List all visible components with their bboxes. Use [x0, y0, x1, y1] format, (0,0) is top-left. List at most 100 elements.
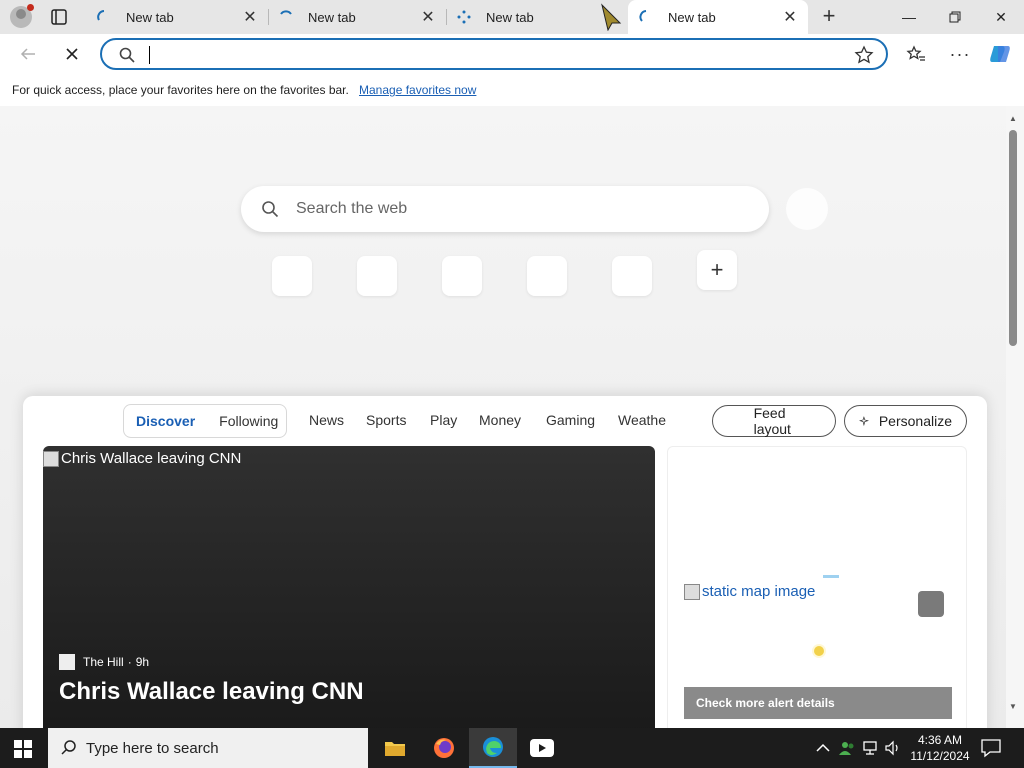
- taskbar: Type here to search 4:36 AM 11/12/2024: [0, 728, 1024, 768]
- tab-following[interactable]: Following: [207, 413, 290, 429]
- people-icon: [839, 742, 854, 755]
- copilot-icon: [990, 46, 1010, 62]
- clock-time: 4:36 AM: [917, 733, 963, 747]
- minimize-button[interactable]: —: [886, 0, 932, 34]
- firefox-icon: [434, 738, 454, 758]
- scroll-up-arrow-icon[interactable]: ▲: [1009, 114, 1017, 123]
- chevron-up-icon: [816, 743, 830, 752]
- tab-sports[interactable]: Sports: [366, 412, 406, 428]
- page-scrollbar[interactable]: ▲ ▼: [1006, 106, 1024, 728]
- copilot-button[interactable]: [988, 42, 1012, 66]
- tab-title: New tab: [486, 9, 534, 25]
- action-center-icon[interactable]: [980, 738, 1002, 758]
- windows-start-icon[interactable]: [14, 740, 32, 758]
- close-window-button[interactable]: ✕: [978, 0, 1024, 34]
- mouse-cursor-icon: [601, 3, 622, 31]
- close-tab-icon[interactable]: ✕: [780, 7, 800, 27]
- tab-money[interactable]: Money: [479, 412, 521, 428]
- taskbar-media-player[interactable]: [518, 728, 566, 768]
- settings-more-button[interactable]: ···: [948, 42, 972, 66]
- taskbar-edge[interactable]: [469, 728, 517, 768]
- close-tab-icon[interactable]: ✕: [240, 7, 260, 27]
- browser-tab[interactable]: New tab ✕: [86, 0, 268, 34]
- map-image-alt: static map image: [684, 583, 815, 600]
- tray-volume-icon[interactable]: [884, 728, 902, 768]
- tab-actions-icon[interactable]: [50, 8, 68, 26]
- source-name: The Hill: [83, 655, 124, 669]
- browser-toolbar: ···: [0, 34, 1024, 74]
- check-alert-details-button[interactable]: Check more alert details: [684, 687, 952, 719]
- tray-network-icon[interactable]: [862, 728, 880, 768]
- speaker-icon: [885, 740, 898, 756]
- tab-strip: New tab ✕ New tab ✕ New tab New tab ✕ + …: [0, 0, 1024, 34]
- sparkle-icon: [859, 416, 869, 427]
- web-search-box[interactable]: Search the web: [241, 186, 769, 232]
- close-tab-icon[interactable]: ✕: [418, 7, 438, 27]
- quick-link-tile[interactable]: [527, 256, 567, 296]
- address-input[interactable]: [152, 44, 832, 66]
- taskbar-search-box[interactable]: Type here to search: [48, 728, 368, 768]
- tab-weather[interactable]: Weathe: [618, 412, 666, 428]
- map-image-alt-text: static map image: [702, 583, 816, 600]
- browser-tab[interactable]: New tab: [446, 0, 626, 34]
- play-video-icon: [530, 739, 554, 757]
- browser-tab[interactable]: New tab ✕: [268, 0, 446, 34]
- personalize-label: Personalize: [878, 413, 952, 429]
- clock-date: 11/12/2024: [910, 749, 970, 763]
- taskbar-file-explorer[interactable]: [371, 728, 419, 768]
- tab-title: New tab: [668, 9, 716, 25]
- favorites-bar-message: For quick access, place your favorites h…: [12, 83, 349, 97]
- stop-loading-button[interactable]: [60, 42, 84, 66]
- loading-spinner-icon: [280, 10, 292, 15]
- loading-spinner-icon: [97, 10, 105, 21]
- tray-people-icon[interactable]: [838, 728, 856, 768]
- show-hidden-icons[interactable]: [816, 728, 830, 768]
- tab-news[interactable]: News: [309, 412, 344, 428]
- card-indicator: [823, 575, 839, 578]
- taskbar-firefox[interactable]: [420, 728, 468, 768]
- tab-play[interactable]: Play: [430, 412, 457, 428]
- tab-discover[interactable]: Discover: [124, 413, 207, 429]
- back-button[interactable]: [16, 42, 40, 66]
- hero-image-alt: Chris Wallace leaving CNN: [43, 450, 241, 467]
- news-feed: Discover Following News Sports Play Mone…: [23, 396, 987, 728]
- map-control-button[interactable]: [918, 591, 944, 617]
- tab-title: New tab: [308, 9, 356, 25]
- feed-layout-button[interactable]: Feed layout: [712, 405, 836, 437]
- quick-link-tile[interactable]: [442, 256, 482, 296]
- search-icon: [262, 201, 279, 218]
- loading-spinner-icon: [639, 10, 647, 22]
- restore-button[interactable]: [932, 0, 978, 34]
- new-tab-button[interactable]: +: [818, 5, 840, 28]
- add-favorite-star-icon[interactable]: [854, 45, 874, 65]
- back-arrow-icon: [20, 48, 35, 60]
- article-age: 9h: [135, 655, 150, 669]
- hero-article-card[interactable]: Chris Wallace leaving CNN The Hill · 9h …: [43, 446, 655, 728]
- quick-link-tile[interactable]: [357, 256, 397, 296]
- bing-chat-button[interactable]: [786, 188, 828, 230]
- address-bar[interactable]: [100, 38, 888, 70]
- system-clock[interactable]: 4:36 AM 11/12/2024: [904, 732, 976, 764]
- layout-icon: [727, 412, 744, 430]
- broken-image-icon: [684, 583, 700, 600]
- scrollbar-thumb[interactable]: [1009, 130, 1017, 346]
- tab-gaming[interactable]: Gaming: [546, 412, 595, 428]
- web-search-placeholder: Search the web: [296, 200, 408, 217]
- scroll-down-arrow-icon[interactable]: ▼: [1009, 702, 1017, 711]
- manage-favorites-link[interactable]: Manage favorites now: [359, 83, 476, 97]
- restore-icon: [949, 11, 961, 23]
- article-headline[interactable]: Chris Wallace leaving CNN: [59, 678, 364, 706]
- quick-link-tile[interactable]: [272, 256, 312, 296]
- add-quick-link-button[interactable]: +: [697, 250, 737, 290]
- search-icon: [61, 740, 76, 755]
- quick-link-tile[interactable]: [612, 256, 652, 296]
- personalize-button[interactable]: Personalize: [844, 405, 967, 437]
- edge-icon: [483, 737, 503, 757]
- feed-layout-label: Feed layout: [753, 405, 791, 437]
- favorites-star-list-icon: [906, 45, 925, 61]
- favorites-bar: For quick access, place your favorites h…: [0, 74, 1024, 106]
- broken-image-icon: [43, 450, 59, 467]
- browser-tab-active[interactable]: New tab ✕: [628, 0, 808, 34]
- text-caret: [149, 46, 150, 64]
- favorites-button[interactable]: [904, 42, 928, 66]
